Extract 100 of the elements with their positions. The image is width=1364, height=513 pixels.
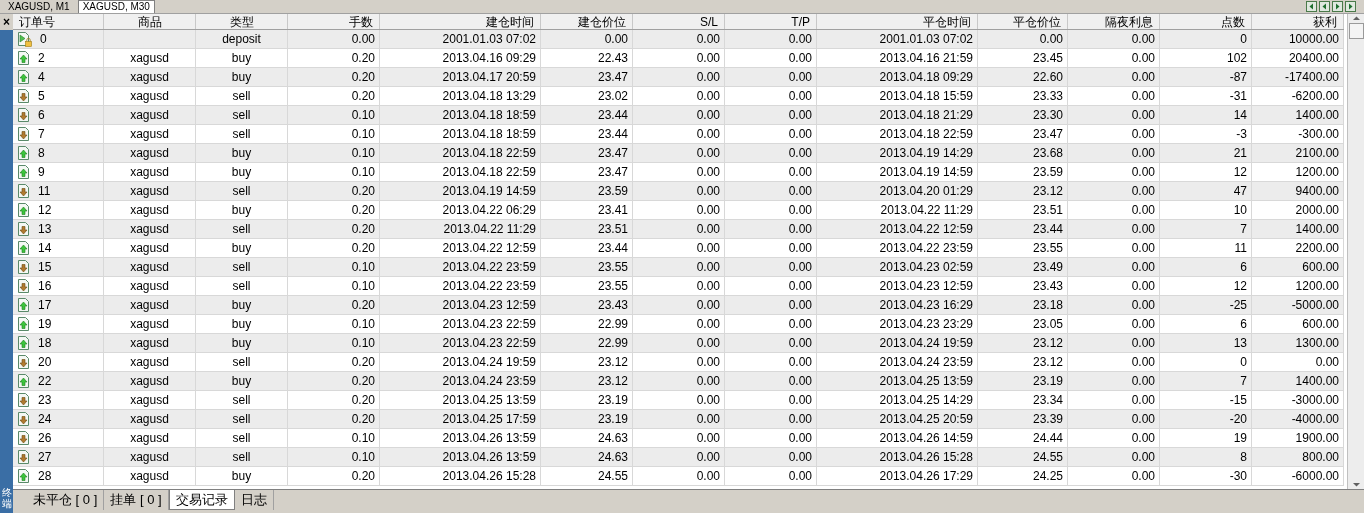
table-cell-text: 15 — [38, 259, 52, 276]
table-cell-text: 2013.04.22 23:59 — [442, 259, 536, 276]
table-cell-text: 17 — [38, 297, 52, 314]
table-cell-text: 0.00 — [1131, 468, 1155, 485]
column-header[interactable]: T/P — [725, 14, 817, 29]
table-cell-text: 24.55 — [1032, 449, 1063, 466]
table-cell-text: 0.10 — [351, 449, 375, 466]
table-cell-text: 0.10 — [351, 145, 375, 162]
scrollbar-thumb[interactable] — [1348, 23, 1364, 39]
table-cell-text: 0.00 — [1131, 430, 1155, 447]
table-cell-text: 0.00 — [696, 430, 720, 447]
table-cell-text: 2013.04.26 17:29 — [879, 468, 973, 485]
table-cell-text: 23.12 — [597, 373, 628, 390]
chart-tab[interactable]: XAGUSD, M1 — [4, 0, 74, 13]
table-cell-text: xagusd — [130, 69, 169, 86]
table-cell-text: 6 — [38, 107, 45, 124]
table-cell-text: 600.00 — [1302, 259, 1339, 276]
table-cell-text: 23.47 — [597, 164, 628, 181]
chart-tab[interactable]: XAGUSD, M30 — [77, 0, 155, 13]
table-cell-text: -6200.00 — [1291, 88, 1339, 105]
column-header[interactable]: 订单号 — [13, 14, 104, 29]
panel-tab[interactable]: 交易记录 — [168, 490, 235, 510]
column-header[interactable]: S/L — [633, 14, 725, 29]
table-cell-text: 2013.04.26 13:59 — [442, 430, 536, 447]
table-cell-text: buy — [231, 373, 252, 390]
panel-tab[interactable]: 未平仓 [ 0 ] — [27, 490, 105, 510]
table-cell-text: 0.00 — [1131, 354, 1155, 371]
table-cell-text: 0.00 — [1131, 278, 1155, 295]
table-cell-text: xagusd — [130, 449, 169, 466]
scroll-right-icon[interactable] — [1345, 1, 1356, 12]
table-cell-text: 2013.04.22 06:29 — [442, 202, 536, 219]
column-header[interactable]: 隔夜利息 — [1068, 14, 1160, 29]
table-cell-text: 0.20 — [351, 411, 375, 428]
table-cell-text: 23.47 — [1032, 126, 1063, 143]
table-cell-text: 0.00 — [788, 31, 812, 48]
column-header[interactable]: 手数 — [288, 14, 380, 29]
scroll-left-icon[interactable] — [1319, 1, 1330, 12]
table-cell-text: 20400.00 — [1288, 50, 1339, 67]
table-cell-text: 0.00 — [696, 392, 720, 409]
column-header[interactable]: 建仓价位 — [541, 14, 633, 29]
table-cell-text: 2013.04.22 12:59 — [442, 240, 536, 257]
table-cell-text: sell — [232, 126, 251, 143]
table-cell-text: 0.10 — [351, 335, 375, 352]
table-cell-text: 0.00 — [788, 468, 812, 485]
table-cell-text: 1400.00 — [1295, 107, 1339, 124]
table-cell-text: 24 — [38, 411, 52, 428]
column-header[interactable]: 平仓价位 — [978, 14, 1068, 29]
panel-tab[interactable]: 日志 — [234, 490, 274, 510]
table-cell-text: 11 — [1234, 240, 1247, 257]
table-cell-text: 23.34 — [1032, 392, 1063, 409]
scroll-right-icon[interactable] — [1332, 1, 1343, 12]
table-cell-text: 0 — [40, 31, 47, 48]
table-cell-text: xagusd — [130, 202, 169, 219]
table-cell-text: 9 — [38, 164, 45, 181]
table-cell-text: 23.18 — [1032, 297, 1063, 314]
table-cell-text: 2013.04.23 16:29 — [879, 297, 973, 314]
column-header[interactable]: 商品 — [104, 14, 196, 29]
table-cell-text: 2013.04.18 13:29 — [442, 88, 536, 105]
table-cell-text: 0.00 — [1131, 373, 1155, 390]
table-cell-text: 2013.04.25 20:59 — [879, 411, 973, 428]
table-cell-text: 0.00 — [351, 31, 375, 48]
table-cell-text: 1900.00 — [1295, 430, 1339, 447]
table-cell-text: 23.44 — [597, 240, 628, 257]
table-cell-text: 0.00 — [788, 411, 812, 428]
table-cell-text: 2013.04.26 15:28 — [879, 449, 973, 466]
table-cell-text: 2013.04.23 12:59 — [879, 278, 973, 295]
table-cell-text: sell — [232, 221, 251, 238]
table-cell-text: buy — [231, 50, 252, 67]
table-cell-text: 2013.04.26 13:59 — [442, 449, 536, 466]
close-button[interactable]: × — [0, 14, 13, 30]
column-header[interactable]: 类型 — [196, 14, 288, 29]
table-cell-text: 2013.04.17 20:59 — [442, 69, 536, 86]
table-cell-text: 0.00 — [696, 164, 720, 181]
table-cell-text: 0.10 — [351, 278, 375, 295]
table-cell-text: 0.00 — [788, 335, 812, 352]
table-cell-text: 0.00 — [788, 449, 812, 466]
column-header[interactable]: 点数 — [1160, 14, 1252, 29]
table-cell-text: 2013.04.18 22:59 — [442, 164, 536, 181]
table-cell-text: 0.00 — [788, 126, 812, 143]
table-cell-text: buy — [231, 240, 252, 257]
table-cell-text: 0.10 — [351, 164, 375, 181]
table-cell-text: sell — [232, 430, 251, 447]
vertical-scrollbar[interactable] — [1347, 14, 1364, 489]
table-cell-text: 0 — [1240, 354, 1247, 371]
table-cell-text: 24.44 — [1032, 430, 1063, 447]
table-cell-text: 12 — [38, 202, 52, 219]
table-cell-text: 0.00 — [696, 50, 720, 67]
panel-tab[interactable]: 挂单 [ 0 ] — [104, 490, 169, 510]
table-cell-text: 6 — [1240, 259, 1247, 276]
table-cell-text: 24.63 — [597, 430, 628, 447]
column-header[interactable]: 获利 — [1252, 14, 1344, 29]
table-cell-text: -20 — [1229, 411, 1247, 428]
column-header[interactable]: 平仓时间 — [817, 14, 978, 29]
table-cell-text: 23.12 — [1032, 335, 1063, 352]
table-cell-text: 0.00 — [788, 354, 812, 371]
scroll-left-icon[interactable] — [1306, 1, 1317, 12]
table-cell-text: 7 — [1240, 221, 1247, 238]
column-header[interactable]: 建仓时间 — [380, 14, 541, 29]
table-cell-text: -300.00 — [1298, 126, 1339, 143]
table-cell-text: 23.68 — [1032, 145, 1063, 162]
